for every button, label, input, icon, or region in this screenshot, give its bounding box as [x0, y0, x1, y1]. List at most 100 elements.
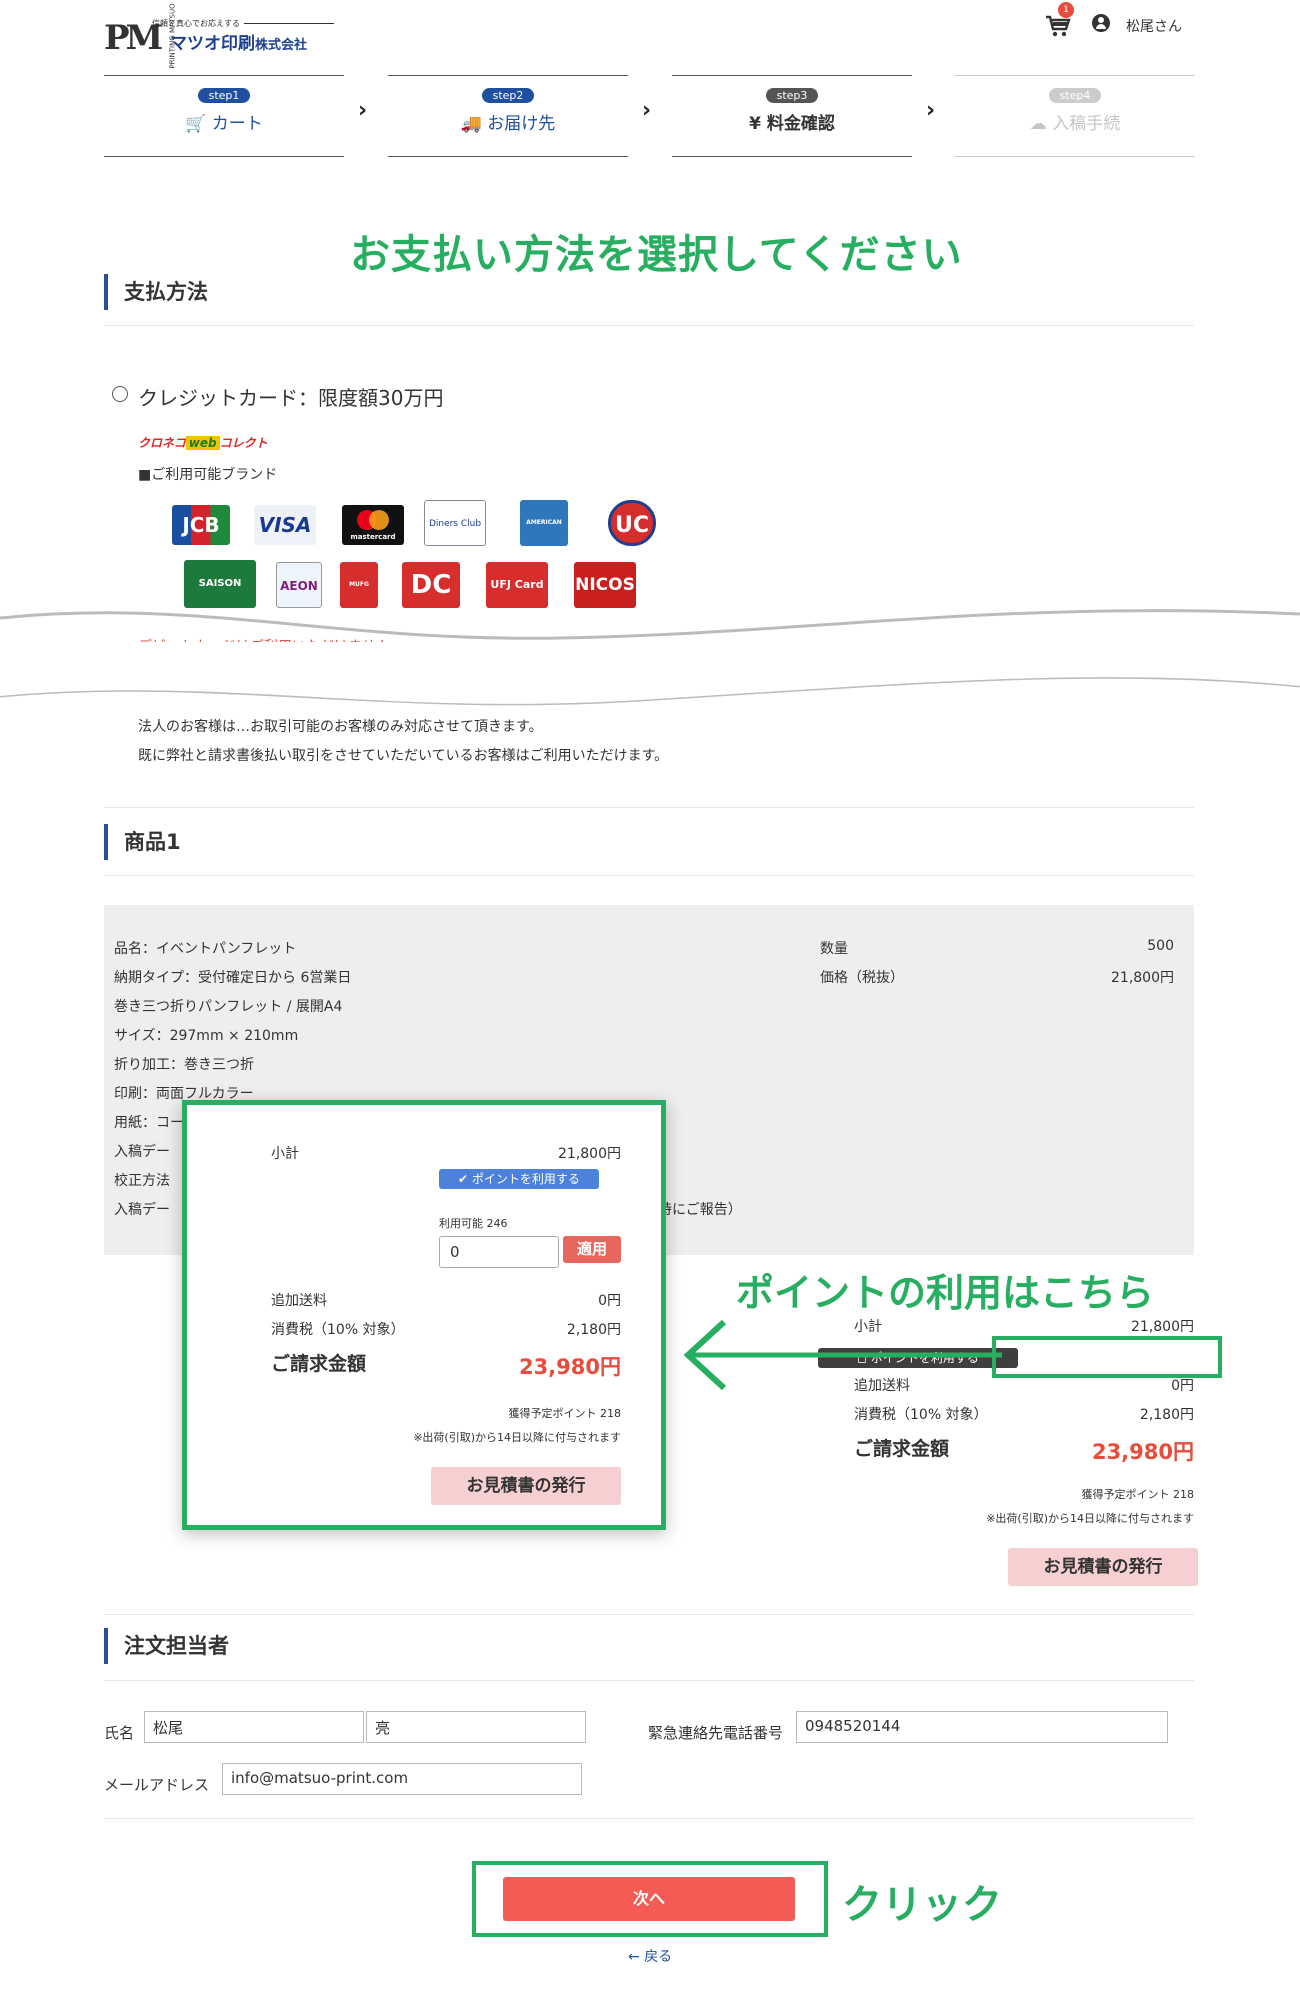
email-label: メールアドレス: [104, 1776, 210, 1794]
divider: [104, 1614, 1194, 1615]
total-label: ご請求金額: [271, 1353, 367, 1375]
divider: [104, 325, 1194, 326]
jcb-logo: JCB: [172, 505, 230, 545]
earned-note: ※出荷(引取)から14日以降に付与されます: [413, 1431, 621, 1444]
mastercard-logo: mastercard: [342, 505, 404, 545]
diners-club-logo: Diners Club: [424, 500, 486, 546]
last-name-field[interactable]: 松尾: [144, 1711, 364, 1743]
subtotal-label: 小計: [271, 1146, 299, 1162]
divider: [104, 875, 1194, 876]
product-detail: 用紙：コー: [114, 1115, 184, 1131]
logo-name: マツオ印刷株式会社: [170, 34, 308, 54]
step-delivery[interactable]: step2 🚚 お届け先: [388, 75, 628, 157]
product-detail: 納期タイプ：受付確定日から 6営業日: [114, 970, 352, 986]
product-detail: 入稿デー: [114, 1202, 170, 1218]
step-cart[interactable]: step1 🛒 カート: [104, 75, 344, 157]
earned-points: 獲得予定ポイント 218: [1081, 1488, 1195, 1501]
cart-icon: 🛒: [185, 114, 207, 134]
step-price-confirm: step3 ¥ 料金確認: [672, 75, 912, 157]
subtotal-value: 21,800円: [558, 1146, 621, 1162]
product-detail: サイズ：297mm × 210mm: [114, 1028, 299, 1044]
earned-points: 獲得予定ポイント 218: [508, 1407, 622, 1420]
shipping-label: 追加送料: [271, 1293, 327, 1309]
orderer-heading: 注文担当者: [104, 1628, 229, 1664]
annotation-point: ポイントの利用はこちら: [736, 1271, 1155, 1315]
subtotal-value: 21,800円: [1131, 1319, 1194, 1335]
phone-field[interactable]: 0948520144: [796, 1711, 1168, 1743]
name-label: 氏名: [104, 1724, 135, 1742]
annotation-title: お支払い方法を選択してください: [350, 232, 963, 278]
chevron-right-icon: ›: [926, 98, 936, 123]
step-badge: step1: [197, 88, 251, 103]
step-badge: step2: [481, 88, 535, 103]
shipping-value: 0円: [598, 1293, 621, 1309]
annotation-click: クリック: [842, 1882, 1002, 1928]
chevron-right-icon: ›: [358, 98, 368, 123]
qty-value: 500: [1147, 938, 1174, 954]
product-heading: 商品1: [104, 824, 181, 860]
step-label: 🚚 お届け先: [460, 114, 556, 134]
first-name-field[interactable]: 亮: [366, 1711, 586, 1743]
divider: [104, 807, 1194, 808]
quote-button[interactable]: お見積書の発行: [1008, 1548, 1198, 1586]
apply-button[interactable]: 適用: [563, 1236, 621, 1263]
total-label: ご請求金額: [854, 1438, 950, 1460]
logo-mark: PM: [104, 18, 163, 58]
shipping-value: 0円: [1171, 1378, 1194, 1394]
divider: [104, 1818, 1194, 1819]
divider: [104, 1680, 1194, 1681]
total-value: 23,980円: [518, 1355, 621, 1379]
use-points-checkbox[interactable]: ✔ ポイントを利用する: [439, 1169, 599, 1189]
earned-note: ※出荷(引取)から14日以降に付与されます: [986, 1512, 1194, 1525]
points-input[interactable]: 0: [439, 1236, 559, 1268]
step-badge: step4: [1048, 88, 1102, 103]
highlight-box: [992, 1336, 1222, 1378]
price-label: 価格（税抜）: [820, 970, 904, 986]
truck-icon: 🚚: [460, 114, 482, 134]
quote-button[interactable]: お見積書の発行: [431, 1467, 621, 1505]
product-detail: 校正方法: [114, 1173, 170, 1189]
tax-label: 消費税（10% 対象）: [271, 1322, 405, 1338]
product-detail-tail: 時にご報告）: [658, 1202, 742, 1218]
step-label: ☁ 入稿手続: [1029, 114, 1121, 134]
user-name[interactable]: 松尾さん: [1126, 16, 1182, 36]
back-link[interactable]: ← 戻る: [628, 1946, 672, 1966]
tax-label: 消費税（10% 対象）: [854, 1407, 988, 1423]
arrow-left-icon: ←: [628, 1949, 640, 1965]
tax-value: 2,180円: [566, 1322, 621, 1338]
visa-logo: VISA: [254, 505, 316, 545]
provider-logo: クロネコ web コレクト: [138, 436, 268, 450]
payment-heading: 支払方法: [104, 274, 208, 310]
product-detail: 入稿デー: [114, 1144, 170, 1160]
price-value: 21,800円: [1111, 970, 1174, 986]
brands-label: ■ご利用可能ブランド: [138, 467, 278, 483]
product-detail: 品名：イベントパンフレット: [114, 941, 297, 957]
invoice-note-2: 既に弊社と請求書後払い取引をさせていただいているお客様はご利用いただけます。: [138, 748, 669, 764]
step-label: 🛒 カート: [185, 114, 263, 134]
amex-logo: AMERICAN EXPRESS: [520, 500, 568, 546]
email-field[interactable]: info@matsuo-print.com: [222, 1763, 582, 1795]
step-label: ¥ 料金確認: [749, 114, 835, 134]
cart-count-badge: 1: [1058, 2, 1074, 18]
cloud-upload-icon: ☁: [1029, 114, 1047, 134]
step-badge: step3: [765, 88, 819, 103]
tax-value: 2,180円: [1139, 1407, 1194, 1423]
company-logo[interactable]: PM PRINTING MATSUO 信頼と真心でお応えする マツオ印刷株式会社: [104, 3, 330, 68]
chevron-right-icon: ›: [642, 98, 652, 123]
page-cut-wave: [0, 609, 1300, 706]
points-available: 利用可能 246: [439, 1217, 508, 1230]
user-icon[interactable]: [1092, 14, 1110, 32]
product-detail: 折り加工：巻き三つ折: [114, 1057, 254, 1073]
total-value: 23,980円: [1091, 1440, 1194, 1464]
points-popup: 小計 21,800円 ✔ ポイントを利用する 利用可能 246 0 適用 追加送…: [182, 1100, 666, 1530]
step-upload: step4 ☁ 入稿手続: [955, 75, 1195, 157]
invoice-note-1: 法人のお客様は…お取引可能のお客様のみ対応させて頂きます。: [138, 719, 543, 735]
credit-card-option-label[interactable]: クレジットカード：限度額30万円: [138, 382, 443, 411]
credit-card-radio[interactable]: [112, 386, 128, 402]
uc-logo: UC: [608, 500, 656, 546]
logo-tagline: 信頼と真心でお応えする: [152, 18, 334, 29]
phone-label: 緊急連絡先電話番号: [648, 1724, 784, 1742]
next-button[interactable]: 次へ: [503, 1877, 795, 1921]
product-detail: 巻き三つ折りパンフレット / 展開A4: [114, 999, 343, 1015]
arrow-left-icon: [683, 1319, 1002, 1391]
